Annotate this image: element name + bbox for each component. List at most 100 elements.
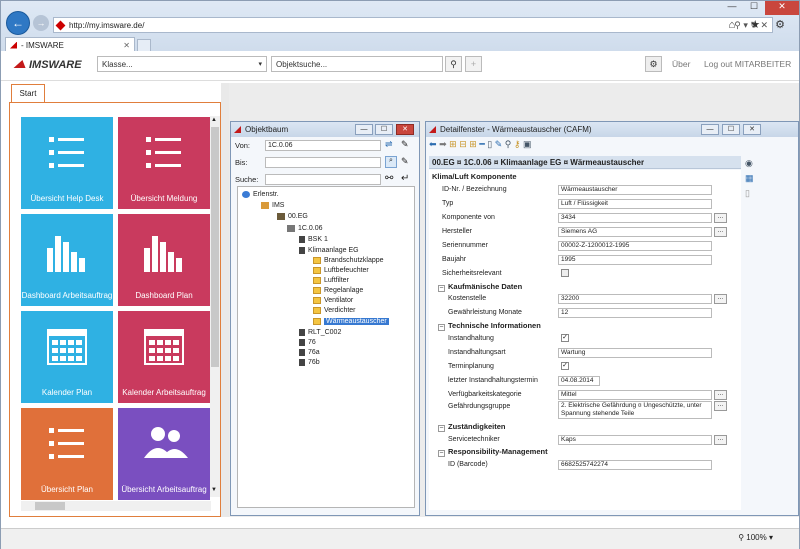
id-field[interactable]: Wärmeaustauscher	[558, 185, 712, 195]
close-icon[interactable]: ✕	[765, 1, 799, 15]
document-icon[interactable]: ▯	[487, 139, 492, 149]
gefaehrdung-browse-button[interactable]: ...	[714, 401, 727, 411]
bis-input[interactable]	[265, 157, 381, 168]
tree-node[interactable]: IMS	[261, 202, 284, 209]
tree-node[interactable]: Luftfilter	[313, 277, 349, 284]
tile-8[interactable]: Übersicht Arbeitsauftrag	[118, 408, 210, 500]
verfuegbarkeit-browse-button[interactable]: ...	[714, 390, 727, 400]
terminplanung-checkbox[interactable]: ✓	[561, 362, 569, 370]
search-button[interactable]: ⚲	[445, 56, 462, 72]
servicetechniker-field[interactable]: Kaps	[558, 435, 712, 445]
tab-start[interactable]: Start	[11, 84, 45, 102]
filter-icon[interactable]: ⇌	[385, 139, 393, 150]
minimize-icon[interactable]: —	[355, 124, 373, 135]
close-icon[interactable]: ✕	[743, 124, 761, 135]
seriennummer-field[interactable]: 00002-Z-1200012-1995	[558, 241, 712, 251]
kostenstelle-browse-button[interactable]: ...	[714, 294, 727, 304]
kostenstelle-field[interactable]: 32200	[558, 294, 712, 304]
tree-node[interactable]: 00.EG	[277, 213, 308, 220]
paperclip-icon[interactable]: ⚲	[505, 139, 512, 149]
tree-node[interactable]: Ventilator	[313, 297, 353, 304]
collapse-icon[interactable]: –	[438, 285, 445, 292]
instandhaltung-checkbox[interactable]: ✓	[561, 334, 569, 342]
eye-icon[interactable]: ◉	[745, 158, 759, 169]
binoculars-icon[interactable]: ⚯	[385, 173, 393, 184]
typ-field[interactable]: Luft / Flüssigkeit	[558, 199, 712, 209]
settings-button[interactable]: ⚙	[645, 56, 662, 72]
gefaehrdung-field[interactable]: 2. Elektrische Gefährdung ¤ Ungeschützte…	[558, 401, 712, 419]
add-button[interactable]: +	[465, 56, 482, 72]
browser-toolbar-icons[interactable]: ⌂ ★ ⚙	[729, 18, 791, 31]
scroll-down-icon[interactable]: ▼	[211, 487, 217, 493]
sicherheitsrelevant-checkbox[interactable]	[561, 269, 569, 277]
tree-icon[interactable]: ⊟	[459, 139, 467, 149]
tree-node[interactable]: Regelanlage	[313, 287, 363, 294]
select-icon[interactable]: ⌕	[385, 156, 397, 168]
tree-node[interactable]: Luftbefeuchter	[313, 267, 369, 274]
minimize-icon[interactable]: —	[721, 1, 743, 15]
baujahr-field[interactable]: 1995	[558, 255, 712, 265]
scroll-up-icon[interactable]: ▲	[211, 117, 217, 123]
maximize-icon[interactable]: ☐	[722, 124, 740, 135]
tree-node[interactable]: Wärmeaustauscher	[313, 318, 389, 325]
file-icon[interactable]: ▯	[745, 188, 759, 199]
suche-input[interactable]	[265, 174, 381, 185]
tile-5[interactable]: Kalender Plan	[21, 311, 113, 403]
tile-6[interactable]: Kalender Arbeitsauftrag	[118, 311, 210, 403]
arrow-left-icon[interactable]: ⬅	[429, 139, 437, 149]
arrow-right-icon[interactable]: ➡	[439, 139, 447, 149]
table-icon[interactable]: ▦	[745, 173, 759, 184]
tree-node[interactable]: Erlenstr.	[242, 191, 279, 198]
section-zust[interactable]: – Zuständigkeiten	[438, 422, 506, 432]
objektsuche-input[interactable]: Objektsuche...	[271, 56, 443, 72]
section-tech[interactable]: – Technische Informationen	[438, 321, 541, 331]
tile-3[interactable]: Dashboard Arbeitsauftrag	[21, 214, 113, 306]
maximize-icon[interactable]: ☐	[375, 124, 393, 135]
tile-4[interactable]: Dashboard Plan	[118, 214, 210, 306]
maximize-icon[interactable]: ☐	[743, 1, 765, 15]
zoom-control[interactable]: ⚲ 100% ▾	[738, 533, 773, 542]
section-resp[interactable]: – Responsibility-Management	[438, 447, 548, 457]
minus-icon[interactable]: ━	[479, 139, 484, 149]
wrench-icon[interactable]: ✎	[495, 139, 503, 149]
address-bar[interactable]: http://my.imsware.de/ ⚲ ▾ ↻ ✕	[53, 17, 773, 33]
instandhaltungsart-field[interactable]: Wartung	[558, 348, 712, 358]
collapse-icon[interactable]: –	[438, 324, 445, 331]
klasse-select[interactable]: Klasse... ▾	[97, 56, 267, 72]
gewaehrleistung-field[interactable]: 12	[558, 308, 712, 318]
hersteller-browse-button[interactable]: ...	[714, 227, 727, 237]
letzter-termin-field[interactable]: 04.08.2014	[558, 376, 600, 386]
section-kauf[interactable]: – Kaufmänische Daten	[438, 282, 522, 292]
back-button[interactable]: ←	[6, 11, 30, 35]
komponente-field[interactable]: 3434	[558, 213, 712, 223]
wrench-icon[interactable]: ✎	[401, 156, 409, 167]
tree-up-icon[interactable]: ⊞	[449, 139, 457, 149]
collapse-icon[interactable]: –	[438, 425, 445, 432]
tiles-vertical-scroll-thumb[interactable]	[211, 127, 219, 367]
minimize-icon[interactable]: —	[701, 124, 719, 135]
enter-icon[interactable]: ↵	[401, 173, 409, 184]
objektbaum-titlebar[interactable]: Objektbaum — ☐ ✕	[231, 122, 419, 137]
barcode-field[interactable]: 6682525742274	[558, 460, 712, 470]
tree-node[interactable]: 76a	[299, 349, 320, 356]
tree-node[interactable]: RLT_C002	[299, 329, 341, 336]
key-icon[interactable]: ⚷	[514, 139, 521, 149]
tree-node[interactable]: Brandschutzklappe	[313, 257, 384, 264]
tree-node[interactable]: Klimaanlage EG	[299, 247, 359, 254]
detail-titlebar[interactable]: Detailfenster - Wärmeaustauscher (CAFM) …	[426, 122, 798, 137]
tree-down-icon[interactable]: ⊞	[469, 139, 477, 149]
tab-close-icon[interactable]: ✕	[123, 41, 130, 50]
tile-2[interactable]: Übersicht Meldung	[118, 117, 210, 209]
tree-node[interactable]: 1C.0.06	[287, 225, 323, 232]
tile-1[interactable]: Übersicht Help Desk	[21, 117, 113, 209]
komponente-browse-button[interactable]: ...	[714, 213, 727, 223]
wrench-icon[interactable]: ✎	[401, 139, 409, 150]
tree-node[interactable]: BSK 1	[299, 236, 328, 243]
forward-button[interactable]: →	[33, 15, 49, 31]
verfuegbarkeit-field[interactable]: Mittel	[558, 390, 712, 400]
tree-node[interactable]: 76b	[299, 359, 320, 366]
save-icon[interactable]: ▣	[523, 139, 532, 149]
servicetechniker-browse-button[interactable]: ...	[714, 435, 727, 445]
new-tab-button[interactable]	[137, 39, 151, 51]
pane-splitter[interactable]	[221, 83, 229, 517]
